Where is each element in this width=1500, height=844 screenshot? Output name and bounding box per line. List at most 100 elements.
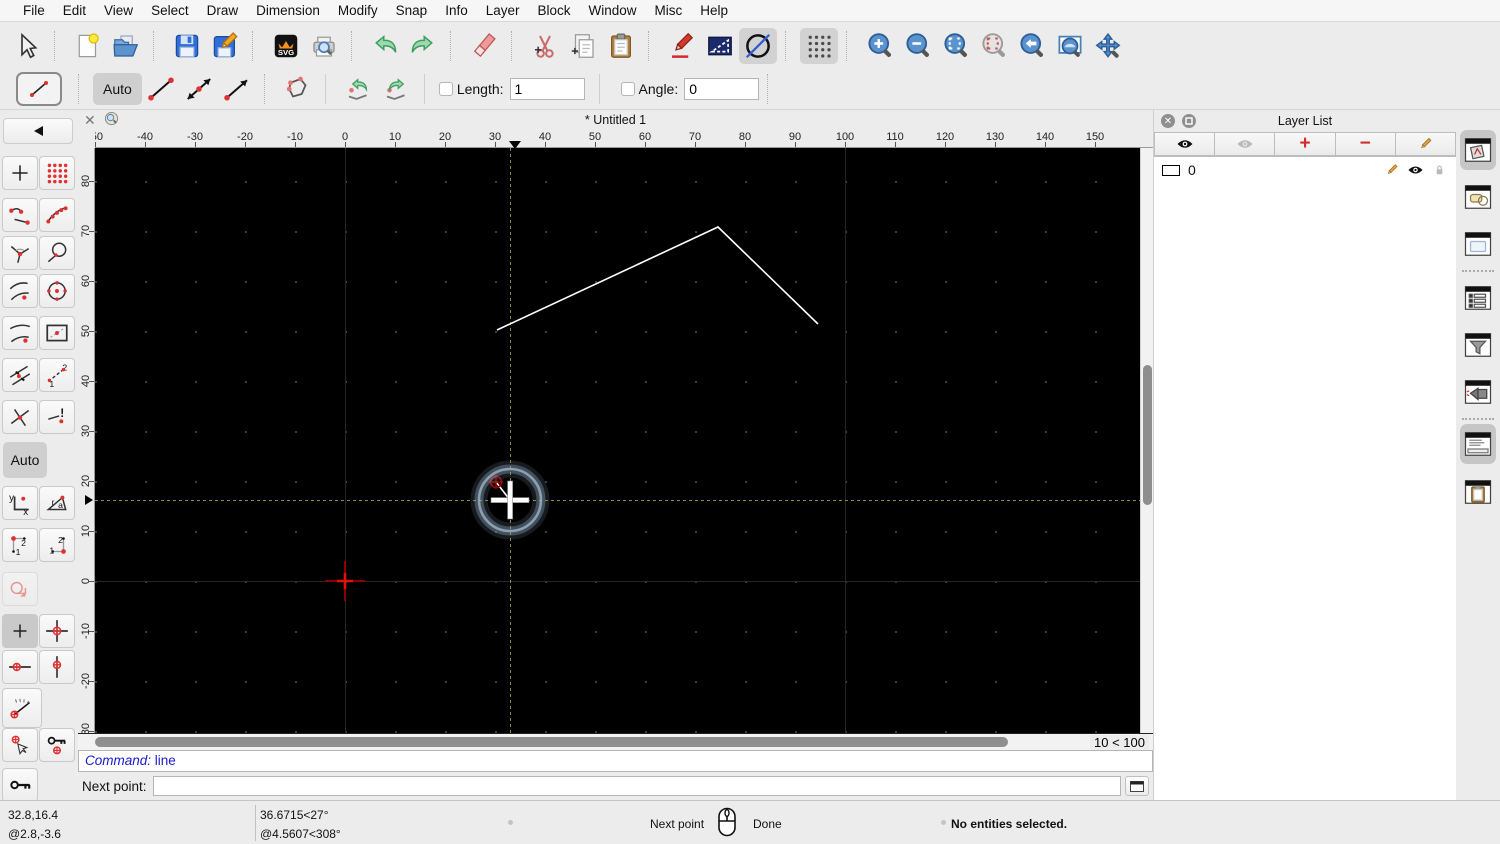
restrict-vertical-button[interactable]	[39, 650, 75, 684]
snap-tangent-button[interactable]	[39, 236, 75, 270]
angle-checkbox[interactable]	[620, 81, 635, 96]
auto-pan-button[interactable]	[1089, 28, 1127, 64]
menu-item-draw[interactable]: Draw	[198, 3, 248, 18]
snap-distance-button[interactable]	[2, 316, 38, 350]
snap-numbered-points-button[interactable]: 12	[39, 358, 75, 392]
layer-list-dock-button[interactable]	[1460, 130, 1496, 170]
copy-button[interactable]	[564, 28, 602, 64]
layer-color-swatch[interactable]	[1162, 164, 1180, 176]
panel-float-icon[interactable]	[1182, 114, 1196, 128]
snap-free-button[interactable]	[2, 156, 38, 190]
save-as-button[interactable]	[206, 28, 244, 64]
line-direction-button[interactable]	[218, 71, 256, 107]
coordinate-cartesian-button[interactable]: yx	[2, 486, 38, 520]
menu-item-view[interactable]: View	[95, 3, 142, 18]
zoom-previous-button[interactable]	[1013, 28, 1051, 64]
library-browser-dock-button[interactable]	[1460, 224, 1496, 264]
zoom-redraw-button[interactable]	[1051, 28, 1089, 64]
snap-on-entity-button[interactable]	[39, 198, 75, 232]
block-list-dock-button[interactable]	[1460, 177, 1496, 217]
menu-item-block[interactable]: Block	[529, 3, 580, 18]
print-preview-button[interactable]	[305, 28, 343, 64]
menu-item-help[interactable]: Help	[691, 3, 737, 18]
zoom-window-button[interactable]	[975, 28, 1013, 64]
menu-item-info[interactable]: Info	[436, 3, 477, 18]
coordinate-polar-button[interactable]: ra	[39, 486, 75, 520]
line-two-points-button[interactable]	[142, 71, 180, 107]
document-close-icon[interactable]: ✕	[84, 112, 96, 129]
select-referenced-button[interactable]	[2, 728, 38, 762]
panel-close-icon[interactable]: ✕	[1161, 114, 1175, 128]
line-both-directions-button[interactable]	[180, 71, 218, 107]
command-line-dock-button[interactable]	[1460, 424, 1496, 464]
grid-toggle-button[interactable]	[800, 27, 838, 64]
restrict-orthogonal-button[interactable]	[2, 572, 38, 606]
snap-perpendicular-button[interactable]	[2, 236, 38, 270]
horizontal-scrollbar[interactable]: 10 < 100	[78, 733, 1153, 750]
menu-item-misc[interactable]: Misc	[646, 3, 692, 18]
corner-first-button[interactable]: 12	[2, 528, 38, 562]
polyline-close-button[interactable]	[279, 71, 317, 107]
menu-item-layer[interactable]: Layer	[477, 3, 529, 18]
menu-item-modify[interactable]: Modify	[329, 3, 387, 18]
redo-button[interactable]	[404, 28, 442, 64]
lock-relative-zero-button[interactable]	[39, 728, 75, 762]
entity-list-dock-button[interactable]	[1460, 278, 1496, 318]
command-detach-button[interactable]	[1125, 776, 1149, 796]
pen-attributes-button[interactable]	[663, 28, 701, 64]
snap-grid-button[interactable]	[39, 156, 75, 190]
snap-intersection-button[interactable]	[2, 400, 38, 434]
paste-button[interactable]	[602, 28, 640, 64]
add-layer-button[interactable]: +	[1275, 132, 1336, 156]
edit-layer-button[interactable]	[1395, 132, 1457, 156]
layer-edit-pencil-icon[interactable]	[1383, 163, 1400, 177]
redo-segment-button[interactable]	[378, 71, 416, 107]
unlock-relative-zero-button[interactable]	[2, 768, 38, 802]
circle-line-tool-button[interactable]	[739, 27, 777, 64]
snap-center-button[interactable]	[39, 274, 75, 308]
undo-segment-button[interactable]	[340, 71, 378, 107]
undo-button[interactable]	[366, 28, 404, 64]
auto-mode-button[interactable]: Auto	[93, 72, 142, 105]
length-checkbox[interactable]	[438, 81, 453, 96]
restrict-angle-button[interactable]	[2, 688, 42, 728]
remove-layer-button[interactable]: −	[1335, 132, 1396, 156]
active-line-tool-button[interactable]	[16, 71, 62, 106]
vertical-scrollbar-thumb[interactable]	[1143, 365, 1152, 505]
command-options-dock-button[interactable]	[1460, 372, 1496, 412]
clipboard-dock-button[interactable]	[1460, 472, 1496, 512]
snap-parallel-button[interactable]	[2, 358, 38, 392]
zoom-in-button[interactable]	[861, 28, 899, 64]
snap-intersection-manual-button[interactable]: !	[39, 400, 75, 434]
angle-input[interactable]	[684, 77, 760, 100]
save-button[interactable]	[168, 28, 206, 64]
length-input[interactable]	[509, 77, 585, 100]
menu-item-select[interactable]: Select	[142, 3, 198, 18]
zoom-auto-button[interactable]	[937, 28, 975, 64]
auto-snap-button[interactable]: Auto	[3, 442, 47, 478]
set-relative-zero-button[interactable]	[39, 614, 75, 648]
hide-all-layers-button[interactable]	[1215, 132, 1276, 156]
menu-item-snap[interactable]: Snap	[387, 3, 437, 18]
menu-item-file[interactable]: File	[14, 3, 54, 18]
menu-item-window[interactable]: Window	[580, 3, 646, 18]
snap-free-2-button[interactable]	[2, 614, 38, 648]
layer-visible-eye-icon[interactable]	[1407, 163, 1424, 177]
cut-button[interactable]	[526, 28, 564, 64]
draw-order-button[interactable]	[701, 28, 739, 64]
document-window-icon[interactable]	[104, 111, 119, 129]
restrict-horizontal-button[interactable]	[2, 650, 38, 684]
menu-item-edit[interactable]: Edit	[54, 3, 95, 18]
open-file-button[interactable]	[107, 28, 145, 64]
snap-reference-button[interactable]	[39, 316, 75, 350]
snap-endpoints-button[interactable]	[2, 198, 38, 232]
menu-item-dimension[interactable]: Dimension	[247, 3, 329, 18]
corner-second-button[interactable]: 12	[39, 528, 75, 562]
new-document-button[interactable]	[69, 28, 107, 64]
delete-eraser-button[interactable]	[465, 28, 503, 64]
snap-middle-button[interactable]	[2, 274, 38, 308]
selection-pointer-button[interactable]	[8, 28, 46, 64]
filter-dock-button[interactable]	[1460, 325, 1496, 365]
zoom-out-button[interactable]	[899, 28, 937, 64]
export-svg-button[interactable]: SVG	[267, 28, 305, 64]
